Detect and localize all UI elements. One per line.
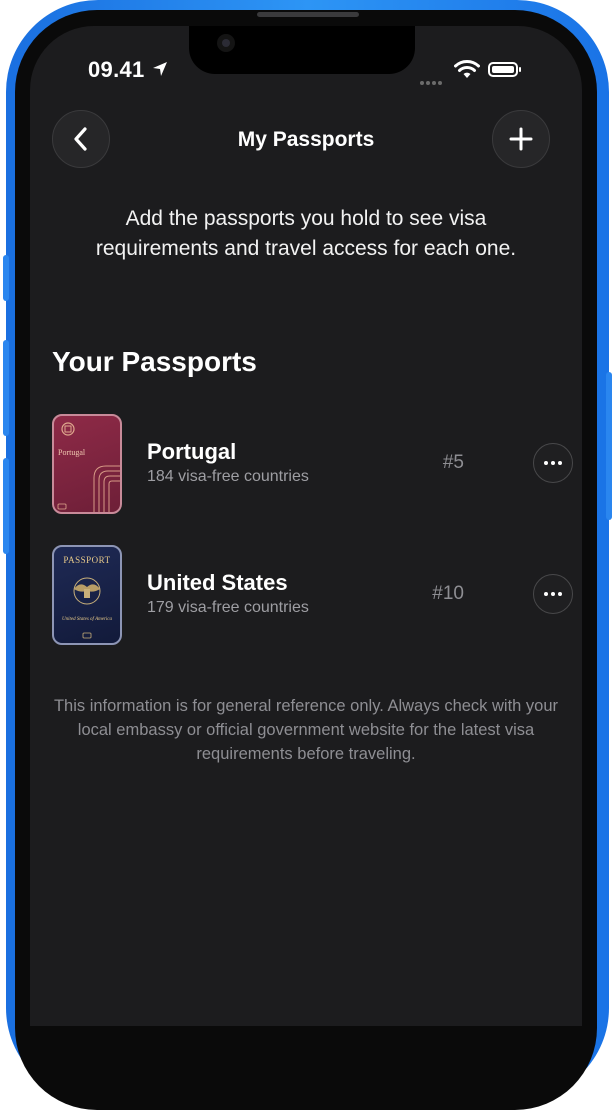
ellipsis-icon [544, 461, 549, 465]
location-arrow-icon [153, 62, 167, 76]
status-time: 09.41 [88, 57, 145, 82]
disclaimer-text: This information is for general referenc… [53, 697, 559, 763]
cover-label: Portugal [58, 448, 86, 457]
visa-free-count: 179 visa-free countries [147, 599, 309, 616]
passport-row-united-states[interactable]: PASSPORT United States of America United… [52, 545, 573, 645]
passport-cover-united-states: PASSPORT United States of America [52, 545, 122, 645]
earpiece-speaker [257, 12, 359, 17]
front-camera [217, 34, 235, 52]
add-passport-button[interactable] [492, 110, 550, 168]
action-button [3, 255, 9, 301]
plus-icon [509, 127, 533, 151]
dynamic-notch [189, 26, 415, 74]
volume-down-button [3, 458, 9, 554]
passport-country: Portugal [147, 439, 237, 464]
power-button [606, 372, 612, 520]
wifi-icon [454, 60, 480, 78]
eagle-seal-icon [73, 577, 101, 639]
passport-rank: #5 [442, 452, 464, 473]
passport-rank: #10 [432, 583, 464, 604]
battery-icon [488, 62, 521, 77]
volume-up-button [3, 340, 9, 436]
ellipsis-icon [544, 592, 549, 596]
portugal-coat-of-arms-icon [57, 422, 120, 512]
cover-sublabel: United States of America [61, 617, 113, 622]
app-screen: 09.41 My Passports Add the passports you… [30, 26, 582, 1026]
passport-country: United States [147, 570, 288, 595]
section-title: Your Passports [52, 346, 257, 377]
passport-cover-portugal: Portugal [52, 414, 122, 514]
more-options-button[interactable] [533, 574, 573, 614]
cellular-signal-icon [420, 72, 444, 90]
more-options-button[interactable] [533, 443, 573, 483]
visa-free-count: 184 visa-free countries [147, 468, 309, 485]
intro-text: Add the passports you hold to see visa r… [95, 207, 517, 260]
passport-row-portugal[interactable]: Portugal Portugal 184 visa-free countrie… [52, 414, 573, 514]
